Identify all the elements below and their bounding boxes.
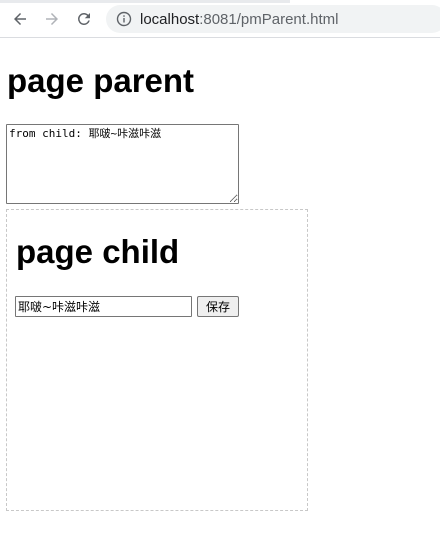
address-bar[interactable]: localhost:8081/pmParent.html (106, 5, 440, 33)
back-arrow-icon (14, 13, 26, 25)
reload-button[interactable] (72, 7, 96, 31)
reload-icon (78, 12, 90, 25)
url-host: localhost (140, 10, 200, 28)
page-title: page parent (7, 62, 195, 99)
browser-toolbar: localhost:8081/pmParent.html (0, 0, 440, 38)
forward-button[interactable] (40, 7, 64, 31)
url-text: localhost:8081/pmParent.html (140, 11, 338, 28)
child-page-title: page child (16, 233, 180, 270)
forward-arrow-icon (46, 13, 58, 25)
tab-strip-edge (0, 0, 290, 3)
back-button[interactable] (8, 7, 32, 31)
url-path: :8081/pmParent.html (199, 10, 339, 28)
info-icon[interactable] (116, 11, 132, 27)
message-textarea[interactable]: from child: 耶啵~咔滋咔滋 (6, 124, 239, 204)
save-button[interactable]: 保存 (197, 296, 239, 317)
child-message-input[interactable] (15, 296, 192, 317)
child-iframe: page child 保存 (6, 209, 308, 511)
